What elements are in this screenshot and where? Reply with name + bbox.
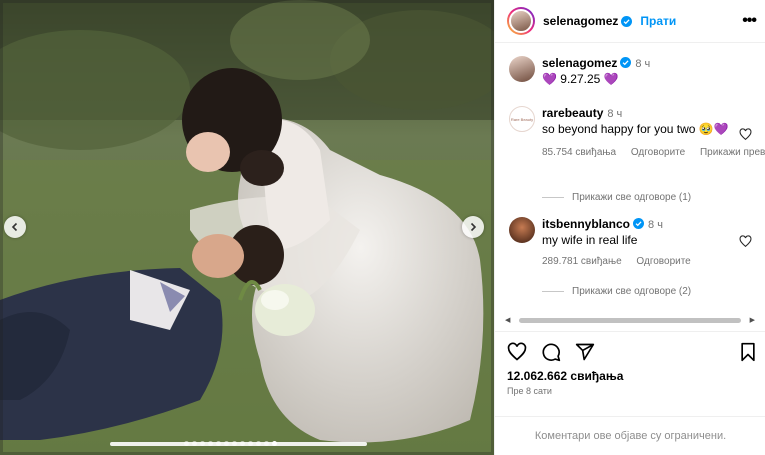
translate-button[interactable]: Прикажи прев [700,147,765,158]
carousel-dot[interactable] [224,441,229,446]
carousel-dot[interactable] [240,441,245,446]
comment-author[interactable]: rarebeauty [542,106,603,120]
reply-button[interactable]: Одговорите [631,147,685,158]
post-timestamp[interactable]: Пре 8 сати [507,386,552,396]
action-bar [495,331,765,371]
carousel-dot[interactable] [216,441,221,446]
carousel-dot[interactable] [272,441,277,446]
carousel-dot[interactable] [256,441,261,446]
caption-time[interactable]: 8 ч [635,58,650,70]
like-comment-icon[interactable] [739,128,752,141]
comment-text: so beyond happy for you two 🥹💜 [542,122,729,136]
commenter-avatar[interactable]: Rare Beauty [509,106,535,132]
chevron-right-icon [470,222,477,232]
likes-count[interactable]: 12.062.662 свиђања [507,369,623,383]
caption-text: 💜 9.27.25 💜 [542,72,619,86]
wedding-photo [0,0,494,455]
post-media[interactable] [0,0,494,455]
verified-badge-icon [620,57,632,68]
next-slide-button[interactable] [462,216,484,238]
comment: Rare Beauty rarebeauty 8 ч so beyond happ… [509,106,765,176]
post-header: selenagomez Прати ••• [495,0,765,43]
comment-likes[interactable]: 289.781 свиђање [542,256,622,267]
comments-list[interactable]: selenagomez 8 ч 💜 9.27.25 💜 Rare Beauty r… [495,44,765,320]
carousel-dot[interactable] [208,441,213,446]
view-replies-button[interactable]: Прикажи све одговоре (2) [542,286,691,297]
carousel-dot[interactable] [232,441,237,446]
comment: itsbennyblanco 8 ч my wife in real life 2… [509,217,754,277]
scroll-left-icon[interactable]: ◀ [505,316,510,324]
reply-button[interactable]: Одговорите [636,256,690,267]
scrollbar-thumb[interactable] [519,318,741,323]
carousel-dot[interactable] [184,441,189,446]
comment-time[interactable]: 8 ч [607,108,622,120]
comment-icon[interactable] [541,342,561,362]
share-icon[interactable] [575,342,595,362]
caption-author[interactable]: selenagomez [542,56,617,70]
post-sidebar: selenagomez Прати ••• selenagomez 8 ч 💜 9… [494,0,765,455]
heart-icon[interactable] [507,342,527,362]
comments-limited-notice: Коментари ове објаве су ограничени. [495,416,765,455]
comment-likes[interactable]: 85.754 свиђања [542,147,616,158]
author-avatar[interactable] [509,56,535,82]
follow-button[interactable]: Прати [640,14,676,28]
comment-text: my wife in real life [542,233,638,247]
carousel-dot[interactable] [264,441,269,446]
author-avatar[interactable] [507,7,535,35]
carousel-dot[interactable] [200,441,205,446]
carousel-dot[interactable] [192,441,197,446]
view-replies-button[interactable]: Прикажи све одговоре (1) [542,192,691,203]
carousel-dot[interactable] [248,441,253,446]
verified-badge-icon [621,15,633,27]
bookmark-icon[interactable] [738,342,758,362]
carousel-indicator [184,441,277,446]
like-comment-icon[interactable] [739,235,752,248]
previous-slide-button[interactable] [4,216,26,238]
author-username[interactable]: selenagomez [543,14,618,28]
more-options-icon[interactable]: ••• [742,12,757,30]
commenter-avatar[interactable] [509,217,535,243]
scroll-right-icon[interactable]: ▶ [750,316,755,324]
chevron-left-icon [11,222,18,232]
comment-author[interactable]: itsbennyblanco [542,217,630,231]
verified-badge-icon [633,218,645,229]
comment-time[interactable]: 8 ч [648,219,663,231]
comments-horizontal-scrollbar[interactable]: ◀ ▶ [505,316,755,324]
